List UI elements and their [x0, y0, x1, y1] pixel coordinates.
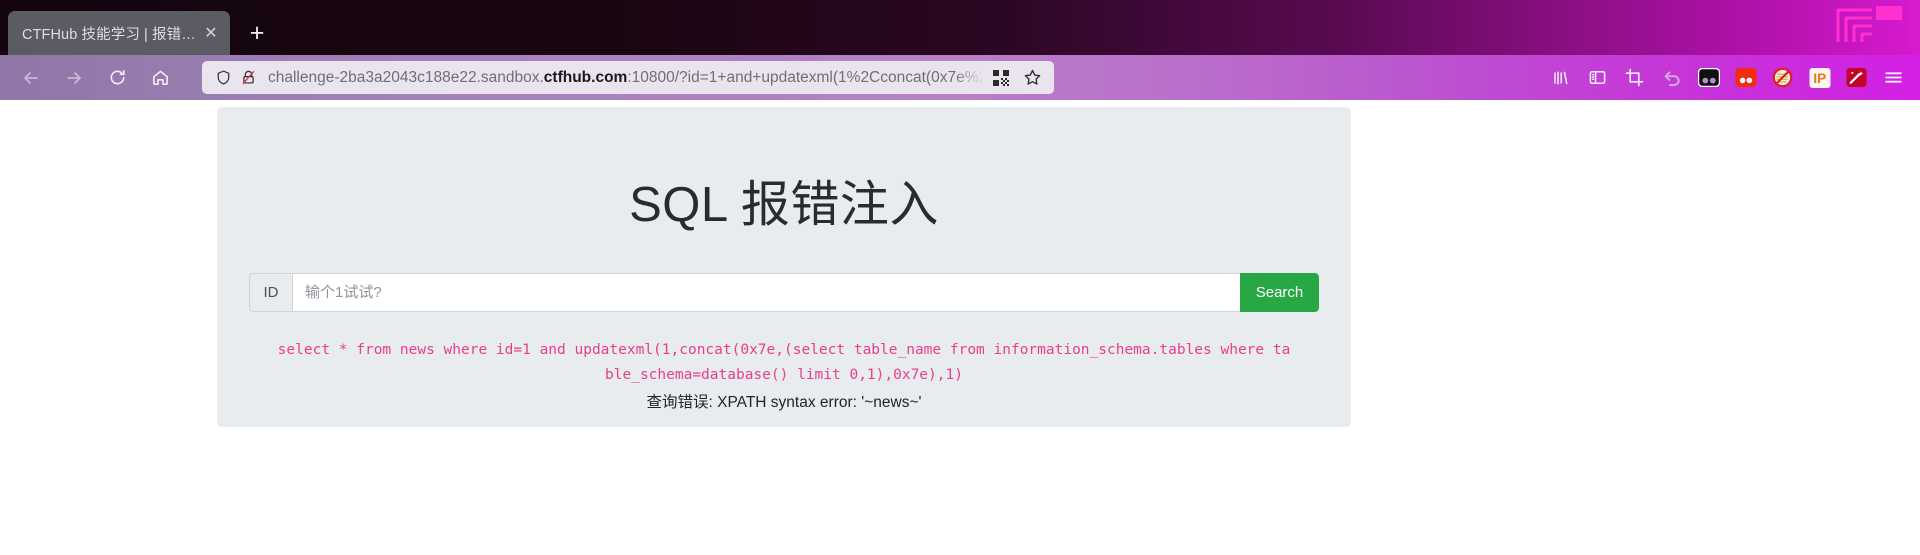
panda-extension-icon[interactable] — [1692, 61, 1725, 94]
home-icon[interactable] — [143, 61, 177, 95]
wand-extension-icon[interactable] — [1840, 61, 1873, 94]
library-icon[interactable] — [1544, 61, 1577, 94]
reload-icon[interactable] — [100, 61, 134, 95]
search-form: ID Search — [249, 272, 1319, 312]
ip-extension-icon[interactable]: IP — [1803, 61, 1836, 94]
qr-code-icon[interactable] — [990, 67, 1012, 89]
sql-query-output: select * from news where id=1 and update… — [277, 341, 1291, 383]
browser-window: CTFHub 技能学习 | 报错注入 ✕ + challenge-2ba3a20… — [0, 0, 1920, 555]
url-host: ctfhub.com — [543, 68, 628, 86]
search-button[interactable]: Search — [1240, 272, 1319, 312]
new-tab-button[interactable]: + — [240, 16, 274, 50]
tab-strip: CTFHub 技能学习 | 报错注入 ✕ + — [0, 0, 1920, 55]
page-viewport: SQL 报错注入 ID Search select * from news wh… — [0, 100, 1920, 555]
browser-tab[interactable]: CTFHub 技能学习 | 报错注入 ✕ — [8, 11, 230, 55]
no-lock-icon[interactable] — [237, 67, 259, 89]
input-prefix-label: ID — [249, 272, 292, 312]
block-extension-icon[interactable] — [1766, 61, 1799, 94]
star-icon[interactable] — [1021, 67, 1043, 89]
shield-icon[interactable] — [212, 67, 234, 89]
undo-arrow-icon[interactable] — [1655, 61, 1688, 94]
red-extension-icon[interactable] — [1729, 61, 1762, 94]
id-input[interactable] — [292, 272, 1240, 312]
decorative-logo-icon — [1836, 6, 1902, 42]
url-prefix: challenge-2ba3a2043c188e22.sandbox. — [268, 68, 544, 86]
address-bar[interactable]: challenge-2ba3a2043c188e22.sandbox.ctfhu… — [202, 61, 1054, 94]
error-message: 查询错误: XPATH syntax error: '~news~' — [646, 393, 922, 411]
crop-icon[interactable] — [1618, 61, 1651, 94]
close-icon[interactable]: ✕ — [200, 22, 222, 44]
forward-icon[interactable] — [57, 61, 91, 95]
navigation-toolbar: challenge-2ba3a2043c188e22.sandbox.ctfhu… — [0, 55, 1920, 100]
tab-title: CTFHub 技能学习 | 报错注入 — [22, 26, 196, 43]
url-suffix: :10800/?id=1+and+updatexml(1%2Cconcat(0x… — [627, 68, 984, 86]
extensions-toolbar: IP — [1544, 55, 1910, 100]
hamburger-menu-icon[interactable] — [1877, 61, 1910, 94]
url-text[interactable]: challenge-2ba3a2043c188e22.sandbox.ctfhu… — [262, 69, 984, 87]
jumbotron-panel: SQL 报错注入 ID Search select * from news wh… — [217, 107, 1351, 427]
sidebar-icon[interactable] — [1581, 61, 1614, 94]
page-title: SQL 报错注入 — [629, 178, 939, 232]
back-icon[interactable] — [14, 61, 48, 95]
svg-text:IP: IP — [1813, 71, 1826, 86]
